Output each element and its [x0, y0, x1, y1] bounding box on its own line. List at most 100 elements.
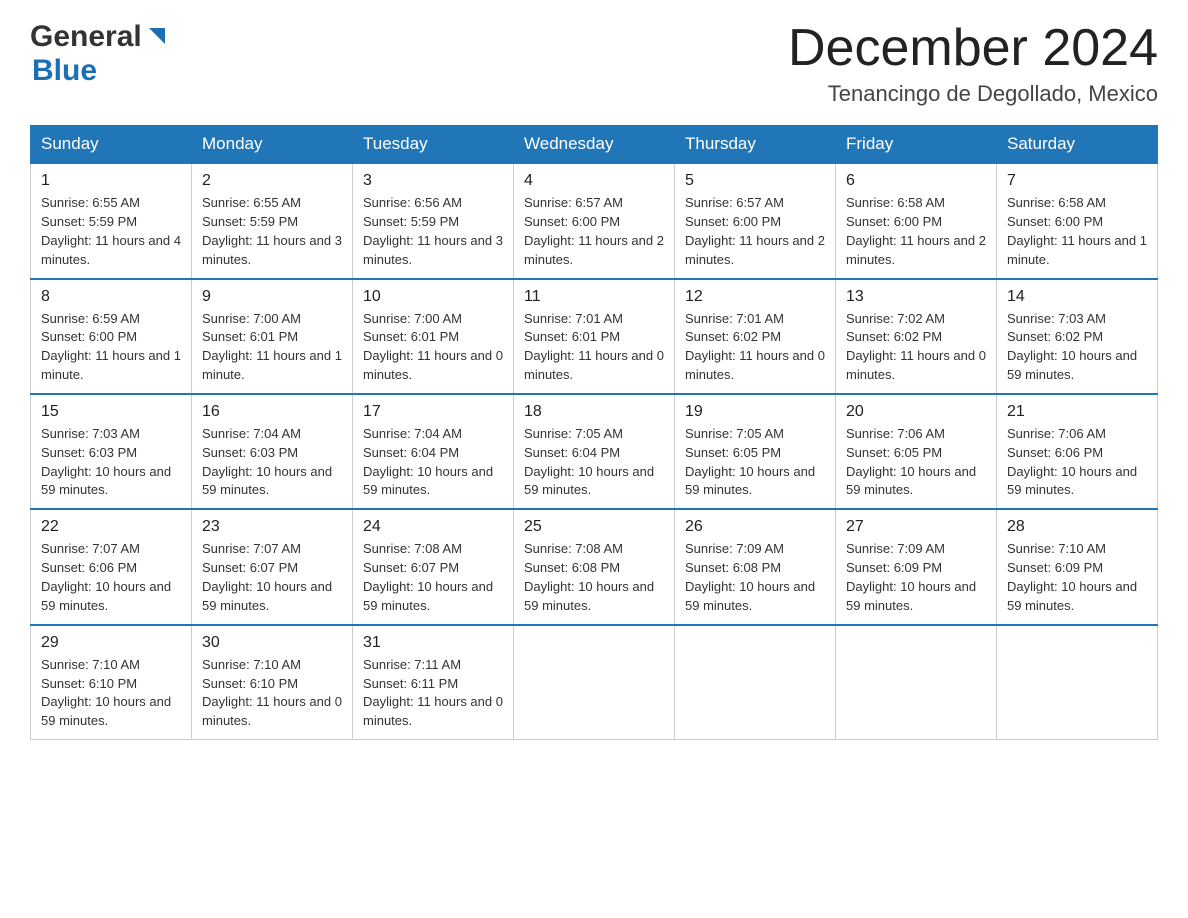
calendar-week-row: 8Sunrise: 6:59 AMSunset: 6:00 PMDaylight… — [31, 279, 1158, 394]
weekday-header-tuesday: Tuesday — [353, 126, 514, 164]
day-number: 15 — [41, 403, 181, 421]
day-info: Sunrise: 7:06 AMSunset: 6:05 PMDaylight:… — [846, 425, 986, 500]
day-info: Sunrise: 7:07 AMSunset: 6:07 PMDaylight:… — [202, 540, 342, 615]
day-number: 1 — [41, 172, 181, 190]
calendar-cell: 14 Sunrise: 7:03 AMSunset: 6:02 PMDayligh… — [997, 279, 1158, 394]
day-info: Sunrise: 7:08 AMSunset: 6:08 PMDaylight:… — [524, 540, 664, 615]
day-number: 17 — [363, 403, 503, 421]
day-number: 26 — [685, 518, 825, 536]
weekday-header-saturday: Saturday — [997, 126, 1158, 164]
calendar-cell: 5 Sunrise: 6:57 AMSunset: 6:00 PMDaylight… — [675, 163, 836, 278]
calendar-cell: 19 Sunrise: 7:05 AMSunset: 6:05 PMDayligh… — [675, 394, 836, 509]
day-number: 16 — [202, 403, 342, 421]
day-number: 21 — [1007, 403, 1147, 421]
day-info: Sunrise: 7:08 AMSunset: 6:07 PMDaylight:… — [363, 540, 503, 615]
day-number: 13 — [846, 288, 986, 306]
day-info: Sunrise: 6:55 AMSunset: 5:59 PMDaylight:… — [41, 194, 181, 269]
day-info: Sunrise: 7:06 AMSunset: 6:06 PMDaylight:… — [1007, 425, 1147, 500]
calendar-cell: 27 Sunrise: 7:09 AMSunset: 6:09 PMDayligh… — [836, 509, 997, 624]
calendar-week-row: 29 Sunrise: 7:10 AMSunset: 6:10 PMDayligh… — [31, 625, 1158, 740]
calendar-cell: 30 Sunrise: 7:10 AMSunset: 6:10 PMDayligh… — [192, 625, 353, 740]
calendar-cell: 18 Sunrise: 7:05 AMSunset: 6:04 PMDayligh… — [514, 394, 675, 509]
calendar-cell — [836, 625, 997, 740]
day-info: Sunrise: 6:58 AMSunset: 6:00 PMDaylight:… — [846, 194, 986, 269]
day-number: 31 — [363, 634, 503, 652]
day-info: Sunrise: 7:00 AMSunset: 6:01 PMDaylight:… — [363, 310, 503, 385]
logo-blue-text: Blue — [32, 54, 97, 87]
day-info: Sunrise: 7:02 AMSunset: 6:02 PMDaylight:… — [846, 310, 986, 385]
day-number: 22 — [41, 518, 181, 536]
day-number: 12 — [685, 288, 825, 306]
calendar-cell: 29Sunrise: 7:10 AMSunset: 6:10 PMDayligh… — [31, 625, 192, 740]
day-number: 29 — [41, 634, 181, 652]
day-info: Sunrise: 7:04 AMSunset: 6:04 PMDaylight:… — [363, 425, 503, 500]
calendar-cell: 24 Sunrise: 7:08 AMSunset: 6:07 PMDayligh… — [353, 509, 514, 624]
calendar-week-row: 1 Sunrise: 6:55 AMSunset: 5:59 PMDaylight… — [31, 163, 1158, 278]
calendar-cell — [997, 625, 1158, 740]
day-info: Sunrise: 7:04 AMSunset: 6:03 PMDaylight:… — [202, 425, 342, 500]
day-number: 18 — [524, 403, 664, 421]
calendar-cell: 23Sunrise: 7:07 AMSunset: 6:07 PMDayligh… — [192, 509, 353, 624]
calendar-cell: 17 Sunrise: 7:04 AMSunset: 6:04 PMDayligh… — [353, 394, 514, 509]
calendar-cell: 22Sunrise: 7:07 AMSunset: 6:06 PMDayligh… — [31, 509, 192, 624]
day-number: 14 — [1007, 288, 1147, 306]
calendar-table: SundayMondayTuesdayWednesdayThursdayFrid… — [30, 125, 1158, 740]
day-number: 11 — [524, 288, 664, 306]
day-number: 6 — [846, 172, 986, 190]
calendar-cell: 21 Sunrise: 7:06 AMSunset: 6:06 PMDayligh… — [997, 394, 1158, 509]
day-info: Sunrise: 7:03 AMSunset: 6:02 PMDaylight:… — [1007, 310, 1147, 385]
weekday-header-thursday: Thursday — [675, 126, 836, 164]
calendar-cell: 11Sunrise: 7:01 AMSunset: 6:01 PMDayligh… — [514, 279, 675, 394]
day-number: 24 — [363, 518, 503, 536]
calendar-cell: 15 Sunrise: 7:03 AMSunset: 6:03 PMDayligh… — [31, 394, 192, 509]
calendar-cell: 2Sunrise: 6:55 AMSunset: 5:59 PMDaylight… — [192, 163, 353, 278]
calendar-cell: 25 Sunrise: 7:08 AMSunset: 6:08 PMDayligh… — [514, 509, 675, 624]
day-number: 20 — [846, 403, 986, 421]
month-title: December 2024 — [788, 20, 1158, 77]
location-subtitle: Tenancingo de Degollado, Mexico — [788, 81, 1158, 107]
calendar-cell — [514, 625, 675, 740]
calendar-cell: 1 Sunrise: 6:55 AMSunset: 5:59 PMDaylight… — [31, 163, 192, 278]
logo-triangle-icon — [145, 26, 167, 48]
day-number: 25 — [524, 518, 664, 536]
day-info: Sunrise: 6:57 AMSunset: 6:00 PMDaylight:… — [524, 194, 664, 269]
day-number: 9 — [202, 288, 342, 306]
day-info: Sunrise: 7:09 AMSunset: 6:09 PMDaylight:… — [846, 540, 986, 615]
day-info: Sunrise: 6:59 AMSunset: 6:00 PMDaylight:… — [41, 310, 181, 385]
calendar-cell: 4 Sunrise: 6:57 AMSunset: 6:00 PMDaylight… — [514, 163, 675, 278]
calendar-cell: 10 Sunrise: 7:00 AMSunset: 6:01 PMDayligh… — [353, 279, 514, 394]
day-number: 5 — [685, 172, 825, 190]
weekday-header-friday: Friday — [836, 126, 997, 164]
day-info: Sunrise: 6:57 AMSunset: 6:00 PMDaylight:… — [685, 194, 825, 269]
page-header: General Blue December 2024 Tenancingo de… — [30, 20, 1158, 107]
calendar-cell: 9 Sunrise: 7:00 AMSunset: 6:01 PMDaylight… — [192, 279, 353, 394]
day-info: Sunrise: 7:09 AMSunset: 6:08 PMDaylight:… — [685, 540, 825, 615]
calendar-cell: 8Sunrise: 6:59 AMSunset: 6:00 PMDaylight… — [31, 279, 192, 394]
weekday-header-monday: Monday — [192, 126, 353, 164]
day-info: Sunrise: 7:11 AMSunset: 6:11 PMDaylight:… — [363, 656, 503, 731]
day-number: 27 — [846, 518, 986, 536]
calendar-cell: 7 Sunrise: 6:58 AMSunset: 6:00 PMDaylight… — [997, 163, 1158, 278]
day-number: 7 — [1007, 172, 1147, 190]
day-number: 3 — [363, 172, 503, 190]
day-number: 10 — [363, 288, 503, 306]
day-info: Sunrise: 7:05 AMSunset: 6:04 PMDaylight:… — [524, 425, 664, 500]
weekday-header-wednesday: Wednesday — [514, 126, 675, 164]
day-info: Sunrise: 6:55 AMSunset: 5:59 PMDaylight:… — [202, 194, 342, 269]
day-number: 4 — [524, 172, 664, 190]
day-number: 28 — [1007, 518, 1147, 536]
calendar-cell: 13 Sunrise: 7:02 AMSunset: 6:02 PMDayligh… — [836, 279, 997, 394]
day-info: Sunrise: 7:05 AMSunset: 6:05 PMDaylight:… — [685, 425, 825, 500]
logo-general-text: General — [30, 20, 142, 54]
calendar-cell: 16 Sunrise: 7:04 AMSunset: 6:03 PMDayligh… — [192, 394, 353, 509]
calendar-cell — [675, 625, 836, 740]
calendar-cell: 28Sunrise: 7:10 AMSunset: 6:09 PMDayligh… — [997, 509, 1158, 624]
day-number: 30 — [202, 634, 342, 652]
calendar-cell: 3Sunrise: 6:56 AMSunset: 5:59 PMDaylight… — [353, 163, 514, 278]
day-info: Sunrise: 7:03 AMSunset: 6:03 PMDaylight:… — [41, 425, 181, 500]
day-number: 19 — [685, 403, 825, 421]
day-info: Sunrise: 7:00 AMSunset: 6:01 PMDaylight:… — [202, 310, 342, 385]
day-info: Sunrise: 7:10 AMSunset: 6:10 PMDaylight:… — [202, 656, 342, 731]
calendar-cell: 6 Sunrise: 6:58 AMSunset: 6:00 PMDaylight… — [836, 163, 997, 278]
day-info: Sunrise: 6:58 AMSunset: 6:00 PMDaylight:… — [1007, 194, 1147, 269]
